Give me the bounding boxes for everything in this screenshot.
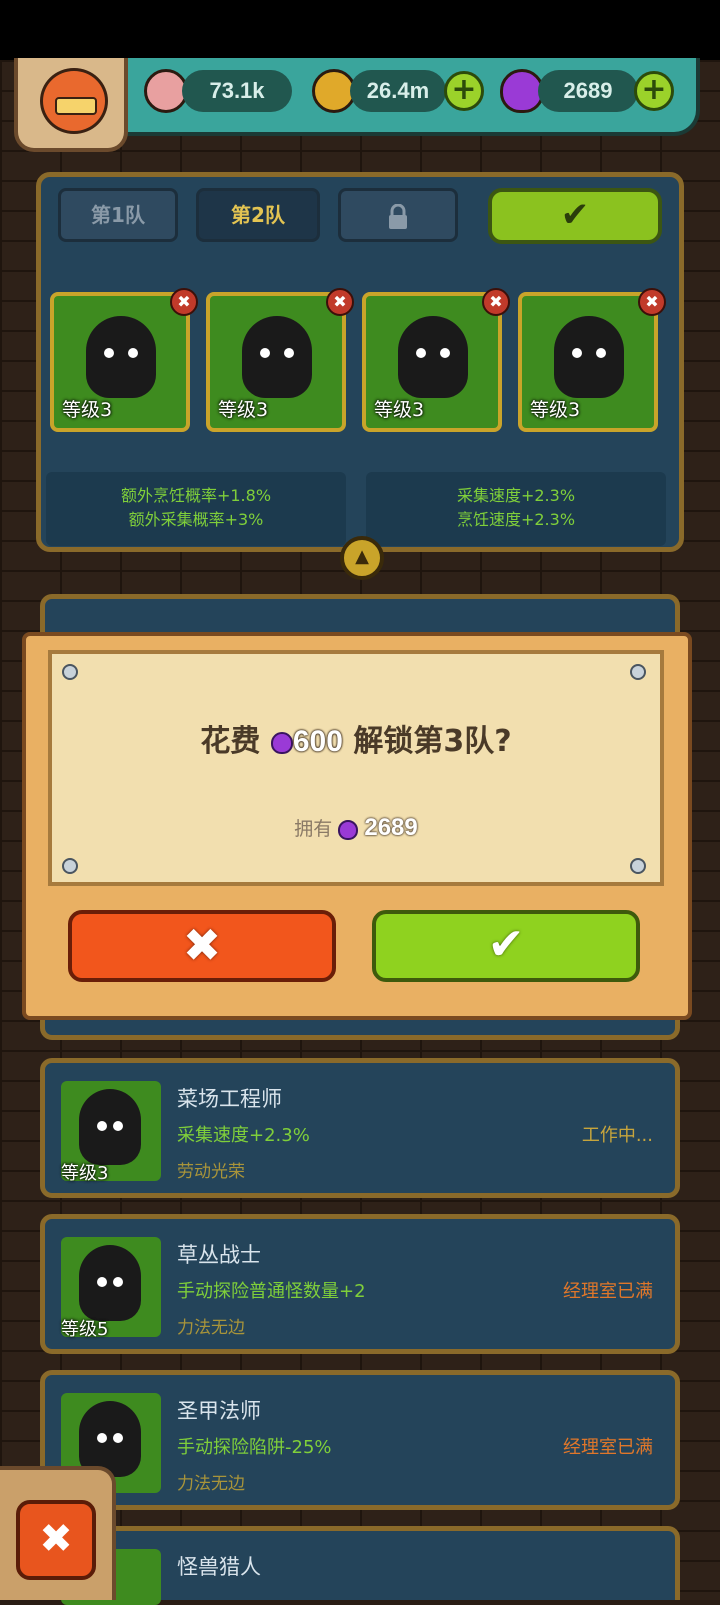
remove-member-button[interactable]: ✖ — [482, 288, 510, 316]
monster-portrait — [398, 316, 468, 398]
coins-count: 26.4m — [350, 70, 446, 112]
close-icon: ✖ — [39, 1516, 73, 1562]
monster-portrait — [86, 316, 156, 398]
check-icon: ✔ — [487, 919, 525, 970]
potion-icon — [338, 819, 359, 840]
monster-portrait — [554, 316, 624, 398]
status-bar — [0, 0, 720, 60]
bonus-text: 烹饪速度+2.3% — [456, 510, 576, 529]
item-level: 等级3 — [61, 1163, 109, 1184]
monster-portrait — [242, 316, 312, 398]
tab-team-3-locked[interactable] — [338, 188, 458, 242]
bonus-text: 采集速度+2.3% — [456, 486, 576, 505]
item-effect: 手动探险普通怪数量+2 — [177, 1281, 366, 1302]
tab-team-1[interactable]: 第1队 — [58, 188, 178, 242]
cancel-button[interactable]: ✖ — [68, 910, 336, 982]
list-item[interactable]: 等级3 菜场工程师 采集速度+2.3% 劳动光荣 工作中... — [40, 1058, 680, 1198]
tab-team-2[interactable]: 第2队 — [196, 188, 320, 242]
monster-icon — [79, 1089, 141, 1165]
item-trait: 力法无边 — [177, 1474, 245, 1494]
remove-member-button[interactable]: ✖ — [638, 288, 666, 316]
item-status: 经理室已满 — [563, 1437, 653, 1458]
item-name: 菜场工程师 — [177, 1087, 282, 1111]
bonus-right: 采集速度+2.3% 烹饪速度+2.3% — [366, 472, 666, 546]
team-member-card[interactable]: 等级3 ✖ — [206, 288, 354, 432]
avatar-face-icon — [40, 68, 108, 134]
item-level: 等级5 — [61, 1319, 109, 1340]
dialog-paper — [48, 650, 664, 886]
owned-value: 2689 — [364, 814, 418, 841]
member-level: 等级3 — [218, 399, 269, 421]
team-member-card[interactable]: 等级3 ✖ — [50, 288, 198, 432]
eyes-count: 73.1k — [182, 70, 292, 112]
bonus-left: 额外烹饪概率+1.8% 额外采集概率+3% — [46, 472, 346, 546]
close-icon: ✖ — [182, 918, 222, 972]
team-member-card[interactable]: 等级3 ✖ — [362, 288, 510, 432]
member-level: 等级3 — [530, 399, 581, 421]
potion-icon — [270, 731, 293, 754]
member-level: 等级3 — [62, 399, 113, 421]
list-item[interactable]: 等级5 草丛战士 手动探险普通怪数量+2 力法无边 经理室已满 — [40, 1214, 680, 1354]
item-status: 经理室已满 — [563, 1281, 653, 1302]
remove-member-button[interactable]: ✖ — [170, 288, 198, 316]
item-name: 圣甲法师 — [177, 1399, 261, 1423]
add-potions-button[interactable]: + — [634, 71, 674, 111]
confirm-team-button[interactable]: ✔ — [488, 188, 662, 244]
list-item[interactable]: 怪兽猎人 — [40, 1526, 680, 1605]
avatar[interactable] — [14, 58, 128, 152]
item-name: 怪兽猎人 — [177, 1555, 261, 1579]
cost-suffix: 解锁第3队? — [353, 724, 512, 759]
owned-label: 拥有 — [294, 818, 333, 840]
item-effect: 手动探险陷阱-25% — [177, 1437, 332, 1458]
cost-prefix: 花费 — [200, 724, 261, 759]
item-effect: 采集速度+2.3% — [177, 1125, 310, 1146]
team-member-card[interactable]: 等级3 ✖ — [518, 288, 666, 432]
item-status: 工作中... — [581, 1125, 653, 1146]
unlock-question: 花费 600 解锁第3队? — [48, 716, 664, 760]
monster-icon — [79, 1245, 141, 1321]
owned-line: 拥有 2689 — [48, 814, 664, 842]
rivet-icon — [62, 858, 78, 874]
rivet-icon — [630, 664, 646, 680]
remove-member-button[interactable]: ✖ — [326, 288, 354, 316]
lock-icon — [389, 203, 407, 229]
add-coins-button[interactable]: + — [444, 71, 484, 111]
list-item[interactable]: 圣甲法师 手动探险陷阱-25% 力法无边 经理室已满 — [40, 1370, 680, 1510]
confirm-button[interactable]: ✔ — [372, 910, 640, 982]
member-level: 等级3 — [374, 399, 425, 421]
close-button[interactable]: ✖ — [16, 1500, 96, 1580]
item-trait: 劳动光荣 — [177, 1162, 245, 1182]
bonus-text: 额外烹饪概率+1.8% — [120, 486, 272, 505]
item-trait: 力法无边 — [177, 1318, 245, 1338]
collapse-button[interactable]: ▲ — [340, 536, 384, 580]
rivet-icon — [630, 858, 646, 874]
potions-count: 2689 — [538, 70, 638, 112]
rivet-icon — [62, 664, 78, 680]
unlock-cost: 600 — [292, 725, 343, 758]
bonus-text: 额外采集概率+3% — [128, 510, 264, 529]
item-name: 草丛战士 — [177, 1243, 261, 1267]
